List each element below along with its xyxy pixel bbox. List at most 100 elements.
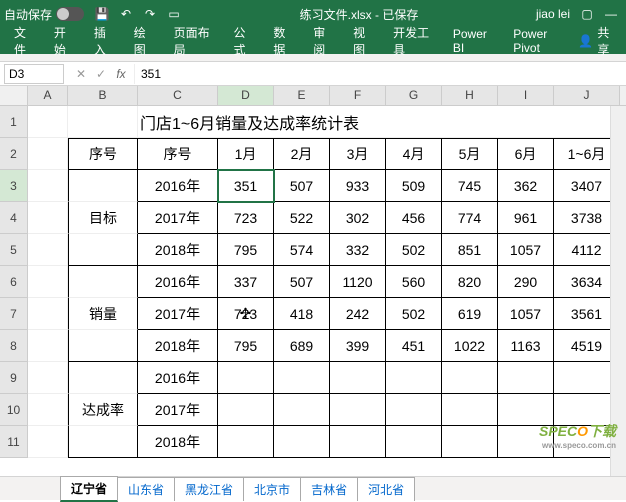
row-header[interactable]: 11 (0, 426, 28, 458)
cell[interactable] (28, 138, 68, 170)
col-header[interactable]: B (68, 86, 138, 105)
data-cell[interactable]: 723 (218, 202, 274, 234)
col-header[interactable]: E (274, 86, 330, 105)
cell[interactable] (28, 234, 68, 266)
data-cell[interactable] (386, 394, 442, 426)
sheet-tab[interactable]: 山东省 (117, 477, 175, 501)
cell[interactable] (68, 362, 138, 394)
sheet-tab[interactable]: 河北省 (357, 477, 415, 501)
col-header[interactable]: A (28, 86, 68, 105)
tab-file[interactable]: 文件 (6, 20, 42, 62)
data-cell[interactable] (330, 426, 386, 458)
data-cell[interactable]: 418 (274, 298, 330, 330)
col-header[interactable]: D (218, 86, 274, 105)
row-header[interactable]: 5 (0, 234, 28, 266)
data-cell[interactable]: 502 (386, 298, 442, 330)
data-cell[interactable] (442, 362, 498, 394)
select-all-corner[interactable] (0, 86, 28, 105)
year-cell[interactable]: 2016年 (138, 362, 218, 394)
data-cell[interactable]: 337 (218, 266, 274, 298)
minimize-icon[interactable]: — (604, 7, 618, 21)
group-name[interactable]: 达成率 (68, 394, 138, 426)
data-cell[interactable]: 332 (330, 234, 386, 266)
tab-layout[interactable]: 页面布局 (166, 20, 222, 62)
data-cell[interactable]: 933 (330, 170, 386, 202)
col-header[interactable]: G (386, 86, 442, 105)
group-name[interactable]: 目标 (68, 202, 138, 234)
row-header[interactable]: 10 (0, 394, 28, 426)
data-cell[interactable]: 1057 (498, 298, 554, 330)
table-title[interactable]: 门店1~6月销量及达成率统计表 (138, 106, 620, 138)
cell[interactable] (28, 202, 68, 234)
data-cell[interactable]: 723✢ (218, 298, 274, 330)
data-cell[interactable]: 560 (386, 266, 442, 298)
data-cell[interactable]: 302 (330, 202, 386, 234)
data-cell[interactable] (498, 362, 554, 394)
tab-home[interactable]: 开始 (46, 20, 82, 62)
cell[interactable] (28, 170, 68, 202)
data-cell[interactable]: 502 (386, 234, 442, 266)
data-cell[interactable]: 456 (386, 202, 442, 234)
cell[interactable] (68, 234, 138, 266)
data-cell[interactable]: 961 (498, 202, 554, 234)
group-name[interactable]: 销量 (68, 298, 138, 330)
col-header[interactable]: H (442, 86, 498, 105)
cell[interactable] (68, 106, 138, 138)
data-cell[interactable] (218, 362, 274, 394)
row-header[interactable]: 7 (0, 298, 28, 330)
row-header[interactable]: 6 (0, 266, 28, 298)
data-cell[interactable]: 795 (218, 234, 274, 266)
col-header[interactable]: C (138, 86, 218, 105)
user-name[interactable]: jiao lei (536, 7, 570, 21)
share-button[interactable]: 👤 共享 (578, 24, 620, 58)
data-cell[interactable]: 745 (442, 170, 498, 202)
fx-icon[interactable]: fx (112, 67, 130, 81)
row-header[interactable]: 9 (0, 362, 28, 394)
cell[interactable]: 3月 (330, 138, 386, 170)
tab-insert[interactable]: 插入 (86, 20, 122, 62)
sheet-tab[interactable]: 吉林省 (300, 477, 358, 501)
data-cell[interactable] (274, 426, 330, 458)
year-cell[interactable]: 2016年 (138, 266, 218, 298)
cancel-icon[interactable]: ✕ (72, 67, 90, 81)
cell[interactable] (28, 426, 68, 458)
data-cell[interactable]: 362 (498, 170, 554, 202)
data-cell[interactable]: 509 (386, 170, 442, 202)
data-cell[interactable]: 1163 (498, 330, 554, 362)
tab-powerbi[interactable]: Power BI (445, 23, 501, 59)
row-header[interactable]: 3 (0, 170, 28, 202)
tab-draw[interactable]: 绘图 (126, 20, 162, 62)
cell[interactable] (28, 394, 68, 426)
name-box[interactable]: D3 (4, 64, 64, 84)
data-cell[interactable]: 242 (330, 298, 386, 330)
cell[interactable]: 5月 (442, 138, 498, 170)
cell[interactable]: 序号 (68, 138, 138, 170)
cell[interactable] (68, 330, 138, 362)
data-cell[interactable]: 1022 (442, 330, 498, 362)
enter-icon[interactable]: ✓ (92, 67, 110, 81)
cell[interactable]: 4月 (386, 138, 442, 170)
data-cell[interactable] (218, 426, 274, 458)
ribbon-options-icon[interactable]: ▢ (580, 7, 594, 21)
data-cell[interactable]: 522 (274, 202, 330, 234)
data-cell[interactable] (330, 394, 386, 426)
data-cell[interactable] (442, 426, 498, 458)
data-cell[interactable] (386, 362, 442, 394)
data-cell[interactable]: 1057 (498, 234, 554, 266)
col-header[interactable]: J (554, 86, 620, 105)
data-cell[interactable] (386, 426, 442, 458)
data-cell[interactable]: 507 (274, 266, 330, 298)
tab-powerpivot[interactable]: Power Pivot (505, 23, 574, 59)
year-cell[interactable]: 2018年 (138, 330, 218, 362)
data-cell[interactable] (218, 394, 274, 426)
data-cell[interactable]: 820 (442, 266, 498, 298)
tab-formula[interactable]: 公式 (225, 20, 261, 62)
cell[interactable]: 2月 (274, 138, 330, 170)
year-cell[interactable]: 2018年 (138, 234, 218, 266)
cell[interactable] (28, 298, 68, 330)
data-cell[interactable]: 451 (386, 330, 442, 362)
data-cell[interactable]: 290 (498, 266, 554, 298)
cell[interactable] (28, 362, 68, 394)
data-cell[interactable]: 1120 (330, 266, 386, 298)
cell[interactable] (68, 266, 138, 298)
